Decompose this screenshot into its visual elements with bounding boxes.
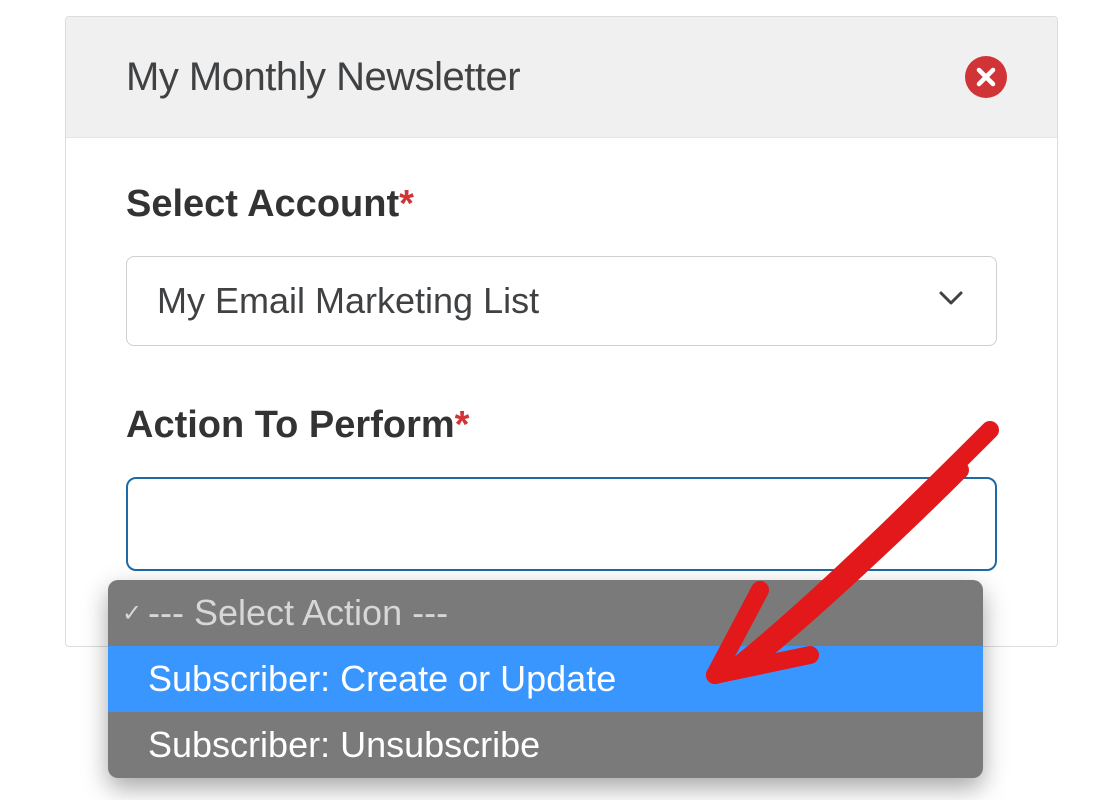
action-select[interactable] (126, 477, 997, 571)
account-select-value: My Email Marketing List (157, 280, 539, 322)
settings-panel: My Monthly Newsletter Select Account* My… (65, 16, 1058, 647)
action-option-label: Subscriber: Create or Update (148, 658, 616, 700)
action-label: Action To Perform* (126, 404, 997, 447)
action-dropdown[interactable]: ✓ --- Select Action --- Subscriber: Crea… (108, 580, 983, 778)
action-option-create-update[interactable]: Subscriber: Create or Update (108, 646, 983, 712)
account-label: Select Account* (126, 183, 997, 226)
action-option-placeholder-label: --- Select Action --- (148, 592, 448, 634)
action-option-label: Subscriber: Unsubscribe (148, 724, 540, 766)
action-option-unsubscribe[interactable]: Subscriber: Unsubscribe (108, 712, 983, 778)
required-asterisk: * (455, 404, 470, 446)
check-icon: ✓ (122, 599, 142, 628)
account-label-text: Select Account (126, 183, 399, 225)
action-option-placeholder[interactable]: ✓ --- Select Action --- (108, 580, 983, 646)
chevron-down-icon (936, 280, 966, 322)
panel-body: Select Account* My Email Marketing List … (66, 138, 1057, 646)
close-icon (976, 67, 996, 87)
panel-title: My Monthly Newsletter (126, 55, 520, 100)
required-asterisk: * (399, 183, 414, 225)
close-button[interactable] (965, 56, 1007, 98)
panel-header: My Monthly Newsletter (66, 17, 1057, 138)
account-select[interactable]: My Email Marketing List (126, 256, 997, 346)
action-label-text: Action To Perform (126, 404, 455, 446)
